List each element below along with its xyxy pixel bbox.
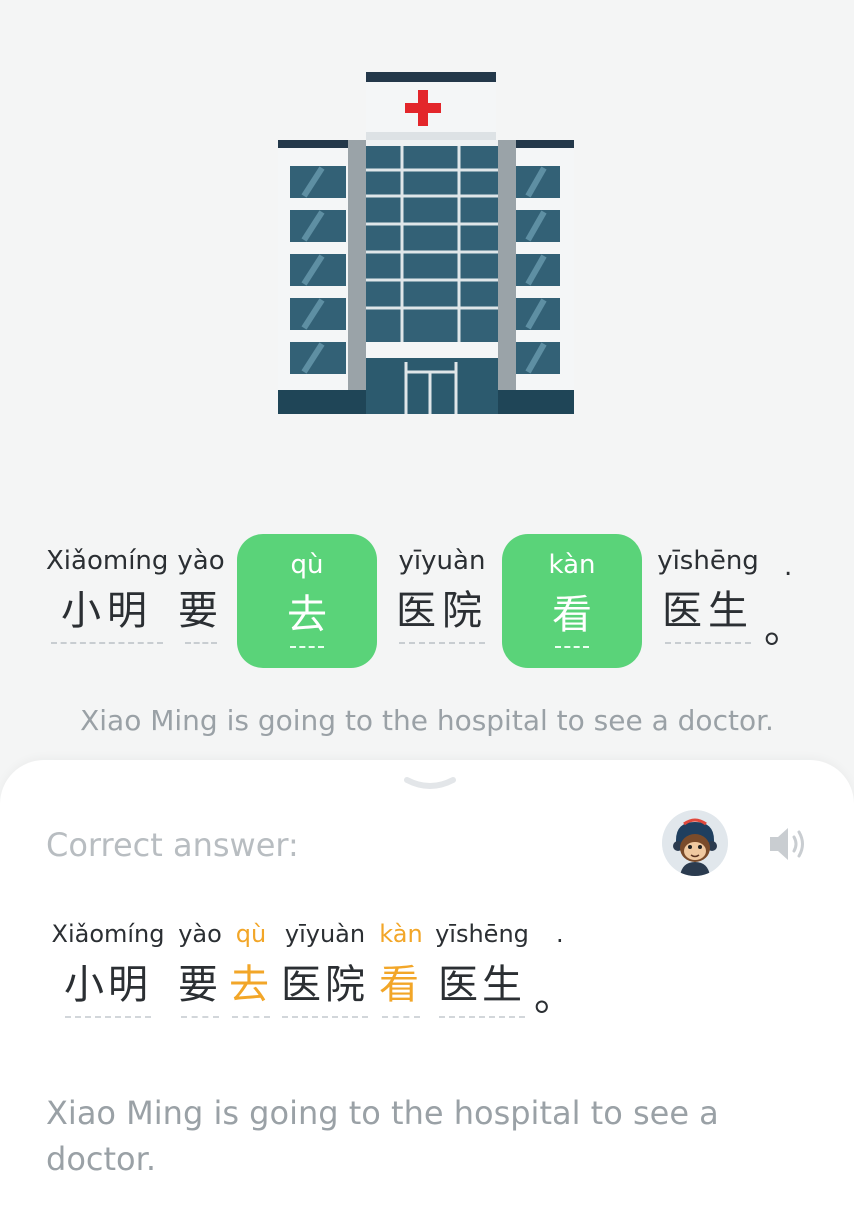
answer-word-underline	[282, 1016, 368, 1018]
word-yisheng[interactable]: yīshēng 医生	[656, 546, 760, 644]
answer-word-pinyin: kàn	[379, 920, 423, 948]
answer-word-underline	[65, 1016, 151, 1018]
word-pinyin: yīshēng	[657, 546, 759, 576]
answer-period-hanzi: 。	[534, 974, 574, 1020]
answer-word-hanzi: 医院	[281, 962, 369, 1008]
chip-pinyin: qù	[290, 550, 324, 580]
answer-word-pinyin: yīyuàn	[284, 920, 366, 948]
word-underline	[399, 642, 485, 644]
selected-word-chip-qu[interactable]: qù 去	[237, 534, 377, 668]
chip-hanzi: 去	[287, 592, 327, 638]
answer-translation: Xiao Ming is going to the hospital to se…	[46, 1094, 719, 1178]
answer-word-underline	[439, 1016, 525, 1018]
chip-underline	[290, 646, 324, 648]
word-yao[interactable]: yào 要	[176, 546, 226, 644]
question-sentence: Xiǎomíng 小明 yào 要 qù 去 yīyuàn 医院 kàn 看 y…	[0, 530, 854, 670]
answer-word-hanzi: 医生	[438, 962, 526, 1008]
chip-underline	[555, 646, 589, 648]
hospital-building-icon	[278, 72, 574, 414]
answer-sheet: Correct answer: Xiǎomíng 小明 yào 要 qù 去 y…	[0, 760, 854, 1220]
word-pinyin: yào	[177, 546, 225, 576]
chip-pinyin: kàn	[548, 550, 596, 580]
answer-word-underline	[232, 1016, 270, 1018]
word-yiyuan[interactable]: yīyuàn 医院	[392, 546, 492, 644]
word-hanzi: 医生	[662, 588, 754, 634]
answer-word-yao: yào 要	[176, 920, 224, 1018]
word-hanzi: 医院	[396, 588, 488, 634]
answer-word-yiyuan: yīyuàn 医院	[278, 920, 372, 1018]
speaker-icon[interactable]	[766, 824, 812, 864]
answer-word-qu: qù 去	[228, 920, 274, 1018]
word-pinyin: yīyuàn	[398, 546, 486, 576]
monkey-avatar-icon	[662, 810, 728, 876]
selected-word-chip-kan[interactable]: kàn 看	[502, 534, 642, 668]
period-pinyin: .	[784, 552, 793, 582]
answer-word-underline	[181, 1016, 219, 1018]
answer-sentence: Xiǎomíng 小明 yào 要 qù 去 yīyuàn 医院 kàn 看 y…	[0, 920, 854, 1040]
word-underline	[51, 642, 163, 644]
word-pinyin: Xiǎomíng	[46, 546, 169, 576]
answer-word-underline	[382, 1016, 420, 1018]
answer-word-pinyin: Xiǎomíng	[51, 920, 165, 948]
correct-answer-label: Correct answer:	[46, 826, 299, 864]
answer-word-hanzi: 去	[229, 962, 273, 1008]
answer-word-kan: kàn 看	[376, 920, 426, 1018]
answer-word-xiaoming: Xiǎomíng 小明	[46, 920, 170, 1018]
answer-word-yisheng: yīshēng 医生	[430, 920, 534, 1018]
period-hanzi: 。	[764, 606, 804, 652]
word-underline	[185, 642, 217, 644]
chip-hanzi: 看	[552, 592, 592, 638]
chevron-down-icon[interactable]	[404, 776, 456, 794]
sentence-translation: Xiao Ming is going to the hospital to se…	[80, 704, 774, 737]
answer-word-pinyin: yīshēng	[435, 920, 529, 948]
word-hanzi: 小明	[61, 588, 153, 634]
word-hanzi: 要	[178, 588, 224, 634]
answer-word-hanzi: 小明	[64, 962, 152, 1008]
answer-word-pinyin: qù	[235, 920, 267, 948]
word-xiaoming[interactable]: Xiǎomíng 小明	[46, 546, 168, 644]
answer-period-pinyin: .	[556, 920, 564, 948]
answer-word-hanzi: 看	[379, 962, 423, 1008]
word-underline	[665, 642, 751, 644]
answer-word-pinyin: yào	[178, 920, 222, 948]
answer-word-hanzi: 要	[178, 962, 222, 1008]
